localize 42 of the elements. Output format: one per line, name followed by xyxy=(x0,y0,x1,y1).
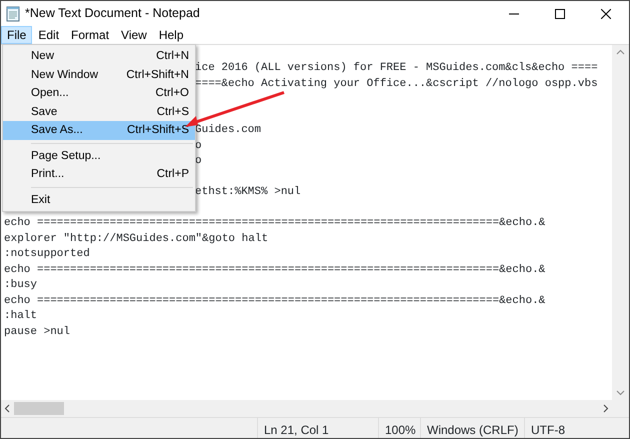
menu-item[interactable]: New Window Ctrl+Shift+N xyxy=(3,66,195,84)
menu-item[interactable]: Print... Ctrl+P xyxy=(3,165,195,184)
menu-item[interactable]: Open... Ctrl+O xyxy=(3,84,195,102)
menu-item[interactable]: New Ctrl+N xyxy=(3,47,195,66)
scroll-up-icon[interactable] xyxy=(616,49,625,55)
encoding: UTF-8 xyxy=(524,418,629,438)
cursor-position: Ln 21, Col 1 xyxy=(257,418,378,438)
code-line: echo ======================================================================&echo.& xyxy=(4,262,546,278)
code-line: o xyxy=(195,154,202,169)
menu-item[interactable]: Save As... Ctrl+Shift+S xyxy=(3,121,195,140)
menu-item[interactable]: Help xyxy=(152,26,190,44)
menu-item[interactable]: Format xyxy=(65,26,116,44)
scroll-down-icon[interactable] xyxy=(616,390,625,396)
code-line: :halt xyxy=(4,309,38,324)
code-line: :notsupported xyxy=(4,247,90,262)
code-line: ====&echo Activating your Office...&cscript //nologo ospp.vbs xyxy=(195,76,598,92)
maximize-icon xyxy=(555,8,565,18)
code-line: Guides.com xyxy=(195,123,262,138)
menu-item[interactable]: File xyxy=(1,26,32,44)
code-line: o xyxy=(195,138,202,154)
code-line: :busy xyxy=(4,278,38,293)
vertical-scrollbar[interactable] xyxy=(612,45,629,400)
horizontal-scrollbar[interactable] xyxy=(1,400,612,417)
code-line: pause >nul xyxy=(4,324,70,340)
window-title: *New Text Document - Notepad xyxy=(25,5,200,22)
zoom-level: 100% xyxy=(378,418,420,438)
menu-item[interactable]: Exit xyxy=(3,190,195,209)
menu-item[interactable]: Save Ctrl+S xyxy=(3,102,195,121)
notepad-icon xyxy=(5,6,21,22)
code-line: explorer "http://MSGuides.com"&goto halt xyxy=(4,232,268,246)
menu-item[interactable]: Page Setup... xyxy=(3,146,195,165)
menu-item[interactable]: View xyxy=(115,26,153,44)
line-ending: Windows (CRLF) xyxy=(420,418,524,438)
code-line: echo ======================================================================&echo.& xyxy=(4,216,546,231)
scroll-right-icon[interactable] xyxy=(603,404,609,413)
menu-item[interactable]: Edit xyxy=(32,26,66,44)
scrollbar-thumb[interactable] xyxy=(14,402,64,415)
code-line: echo ======================================================================&echo.& xyxy=(4,294,546,308)
code-line: ice 2016 (ALL versions) for FREE - MSGuides.com&cls&echo ==== xyxy=(195,61,598,76)
close-icon xyxy=(601,8,611,18)
code-line: ethst:%KMS% >nul xyxy=(195,185,301,200)
scroll-left-icon[interactable] xyxy=(4,404,10,413)
